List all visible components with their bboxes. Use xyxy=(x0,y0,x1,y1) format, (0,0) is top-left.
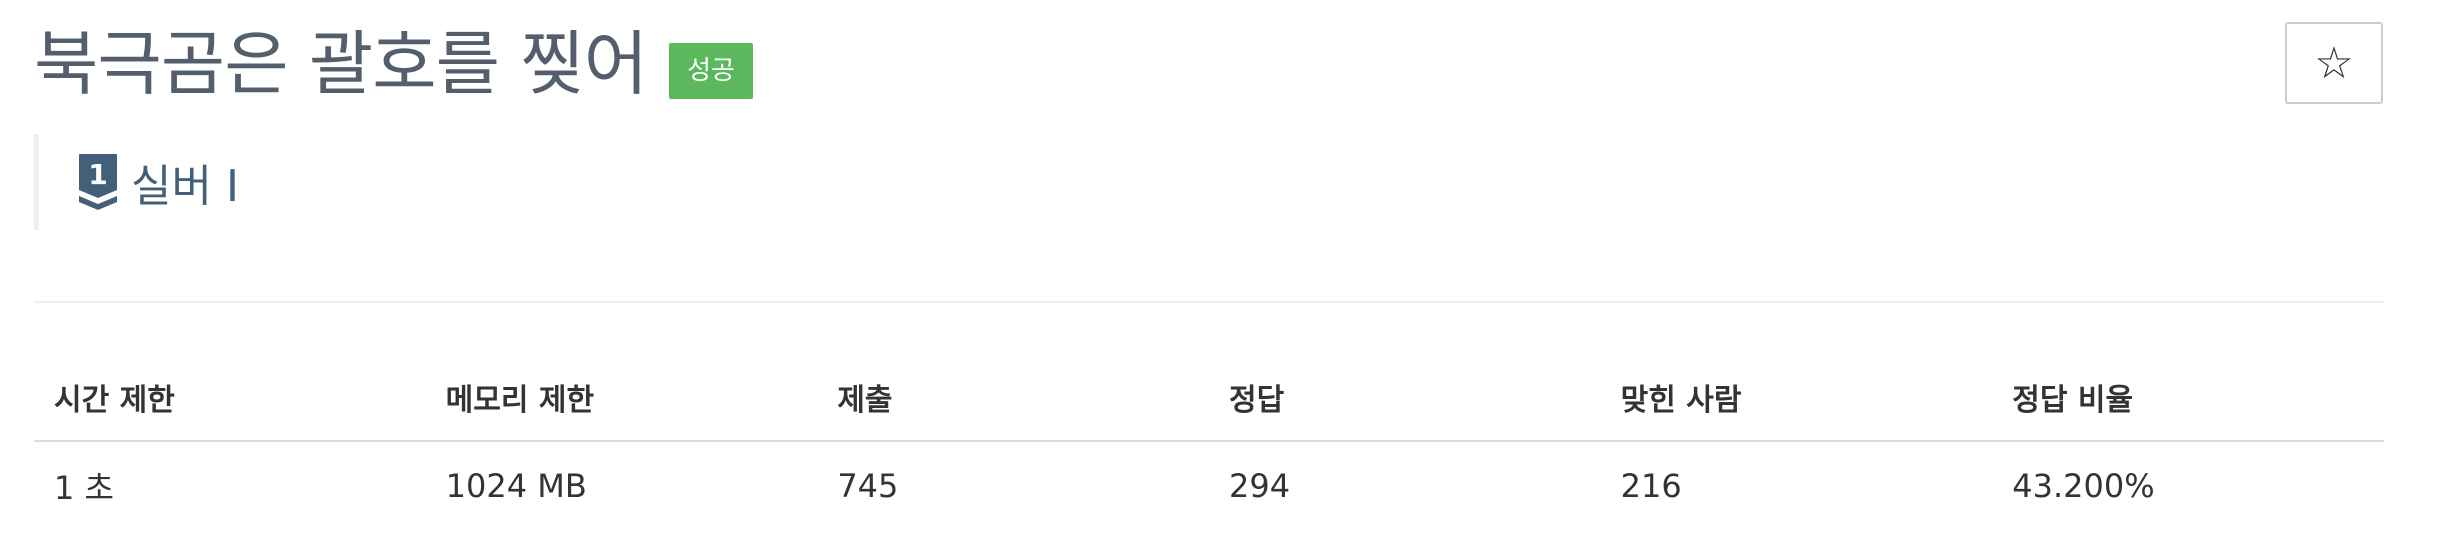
header-solvers: 맞힌 사람 xyxy=(1600,354,1993,442)
value-time-limit: 1 초 xyxy=(54,469,114,507)
header-accept-ratio: 정답 비율 xyxy=(1992,354,2384,442)
header-accepted: 정답 xyxy=(1208,354,1601,442)
table-row: 1 초 1024 MB 745 294 216 43.200% xyxy=(34,441,2384,530)
value-accept-ratio: 43.200% xyxy=(2012,467,2155,505)
header-time-limit: 시간 제한 xyxy=(34,354,426,442)
tier-number: 1 xyxy=(88,158,107,191)
value-solvers: 216 xyxy=(1620,467,1682,505)
table-header-row: 시간 제한 메모리 제한 제출 정답 맞힌 사람 정답 비율 xyxy=(34,354,2384,442)
value-accepted: 294 xyxy=(1228,467,1291,505)
problem-page: 북극곰은 괄호를 찢어 성공 ☆ 1 실버 I 시간 제한 메모리 제한 제출 … xyxy=(0,0,2448,554)
header-memory-limit: 메모리 제한 xyxy=(425,354,818,442)
problem-title-row: 북극곰은 괄호를 찢어 성공 xyxy=(34,18,753,110)
tier-shield-icon: 1 xyxy=(79,154,117,210)
value-memory-limit: 1024 MB xyxy=(445,467,587,505)
favorite-star-button[interactable]: ☆ xyxy=(2285,22,2383,104)
value-submissions: 745 xyxy=(837,467,899,505)
star-outline-icon: ☆ xyxy=(2314,37,2354,89)
section-divider xyxy=(34,301,2384,303)
tier-block: 1 실버 I xyxy=(34,134,239,230)
tier-label[interactable]: 실버 I xyxy=(131,150,239,214)
problem-title: 북극곰은 괄호를 찢어 xyxy=(34,23,648,105)
problem-info-table: 시간 제한 메모리 제한 제출 정답 맞힌 사람 정답 비율 1 초 1024 … xyxy=(34,354,2384,530)
header-submissions: 제출 xyxy=(817,354,1209,442)
status-badge: 성공 xyxy=(669,43,753,99)
